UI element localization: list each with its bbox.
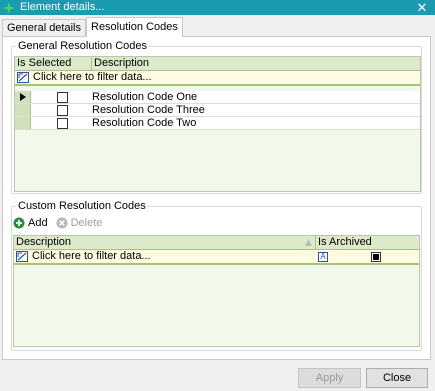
custom-codes-legend: Custom Resolution Codes bbox=[16, 200, 148, 212]
row-description: Resolution Code Three bbox=[92, 103, 205, 116]
column-header-description-label: Description bbox=[16, 236, 72, 248]
close-button[interactable]: Close bbox=[366, 368, 428, 388]
general-codes-grid[interactable]: Is Selected Description Click here to fi… bbox=[14, 56, 421, 192]
general-filter-row[interactable]: Click here to filter data... bbox=[15, 71, 420, 86]
column-header-description[interactable]: Description bbox=[92, 57, 420, 71]
table-row[interactable]: Resolution Code One bbox=[15, 91, 420, 104]
title-bar: Element details... ✕ bbox=[0, 0, 435, 15]
is-selected-checkbox[interactable] bbox=[57, 104, 68, 116]
add-label: Add bbox=[28, 217, 48, 229]
custom-filter-text: Click here to filter data... bbox=[32, 250, 151, 262]
custom-codes-toolbar: Add Delete bbox=[13, 216, 110, 230]
custom-filter-row[interactable]: Click here to filter data... A bbox=[14, 250, 419, 265]
column-header-is-selected[interactable]: Is Selected bbox=[15, 57, 92, 71]
row-selector[interactable] bbox=[15, 91, 31, 103]
row-selector[interactable] bbox=[15, 117, 31, 129]
column-header-description[interactable]: Description bbox=[14, 236, 316, 250]
row-description: Resolution Code Two bbox=[92, 116, 197, 129]
sort-ascending-icon bbox=[305, 239, 312, 246]
tab-panel-resolution-codes: General Resolution Codes Is Selected Des… bbox=[2, 36, 431, 360]
current-row-arrow-icon bbox=[19, 93, 26, 101]
filter-operator-icon[interactable]: A bbox=[318, 252, 328, 262]
custom-codes-grid[interactable]: Description Is Archived Click here to fi… bbox=[13, 235, 420, 347]
row-selector[interactable] bbox=[15, 104, 31, 116]
tab-strip: General details Resolution Codes bbox=[2, 17, 183, 37]
general-codes-group: General Resolution Codes Is Selected Des… bbox=[11, 40, 422, 194]
delete-icon bbox=[56, 217, 68, 229]
filter-icon bbox=[17, 72, 29, 83]
apply-button[interactable]: Apply bbox=[298, 368, 361, 388]
custom-grid-header: Description Is Archived bbox=[14, 236, 419, 250]
table-row[interactable]: Resolution Code Three bbox=[15, 104, 420, 117]
general-grid-header: Is Selected Description bbox=[15, 57, 420, 71]
indeterminate-mark-icon bbox=[373, 254, 379, 260]
is-selected-checkbox[interactable] bbox=[57, 91, 68, 103]
table-row[interactable]: Resolution Code Two bbox=[15, 117, 420, 130]
delete-label: Delete bbox=[70, 217, 103, 229]
column-header-is-archived[interactable]: Is Archived bbox=[316, 236, 419, 250]
row-description: Resolution Code One bbox=[92, 90, 198, 103]
general-codes-legend: General Resolution Codes bbox=[16, 40, 150, 52]
tab-general-details[interactable]: General details bbox=[2, 19, 86, 37]
close-icon[interactable]: ✕ bbox=[415, 0, 429, 15]
add-icon bbox=[13, 217, 25, 229]
is-selected-checkbox[interactable] bbox=[57, 117, 68, 129]
delete-button[interactable]: Delete bbox=[56, 217, 103, 229]
tab-resolution-codes[interactable]: Resolution Codes bbox=[86, 17, 183, 37]
general-filter-text: Click here to filter data... bbox=[33, 71, 152, 83]
add-button[interactable]: Add bbox=[13, 217, 48, 229]
is-archived-filter-checkbox[interactable] bbox=[371, 252, 381, 262]
filter-icon bbox=[16, 251, 28, 262]
window-title: Element details... bbox=[20, 1, 105, 13]
app-icon bbox=[2, 1, 16, 15]
